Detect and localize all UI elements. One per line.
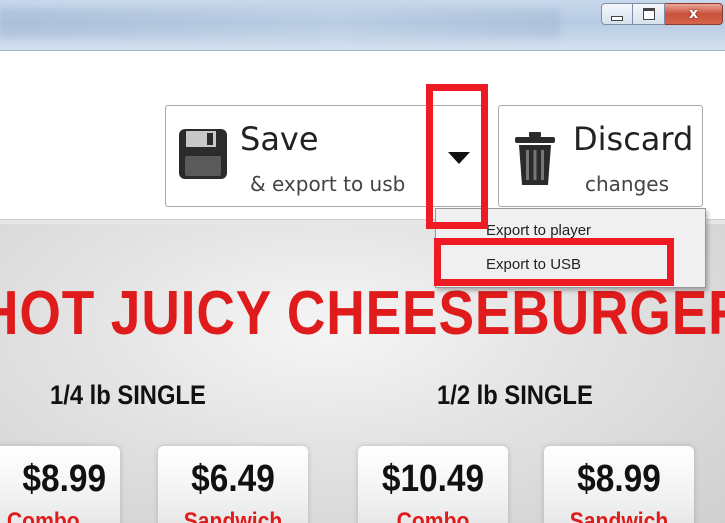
discard-button[interactable]: Discard changes — [498, 105, 703, 207]
size-label-quarter: 1/4 lb SINGLE — [50, 380, 206, 410]
size-label-half: 1/2 lb SINGLE — [437, 380, 593, 410]
discard-label: Discard — [573, 120, 694, 158]
save-label: Save — [240, 120, 319, 158]
price-value: $8.99 — [577, 458, 661, 500]
price-card: $8.99 Sandwich — [544, 446, 694, 523]
floppy-disk-icon — [179, 129, 227, 179]
price-card: $10.49 Combo — [358, 446, 508, 523]
price-type: Combo — [396, 508, 470, 523]
price-type: Sandwich — [569, 508, 669, 523]
save-button[interactable]: Save & export to usb — [165, 105, 433, 207]
price-value: $8.99 — [22, 458, 106, 500]
minimize-icon — [611, 15, 623, 21]
discard-sublabel: changes — [585, 172, 670, 196]
minimize-button[interactable] — [601, 3, 633, 25]
save-sublabel: & export to usb — [250, 172, 406, 196]
price-type: Sandwich — [183, 508, 283, 523]
price-card: $8.99 Combo — [0, 446, 120, 523]
maximize-button[interactable] — [633, 3, 665, 25]
title-bar: x — [0, 0, 725, 51]
menu-headline: HOT JUICY CHEESEBURGER — [0, 279, 725, 348]
trash-icon — [515, 132, 555, 185]
save-options-dropdown-button[interactable] — [433, 105, 485, 207]
title-bar-blurred-content — [0, 8, 560, 38]
window-controls: x — [601, 3, 723, 25]
price-value: $10.49 — [381, 458, 485, 500]
price-type: Combo — [7, 508, 80, 523]
maximize-icon — [642, 8, 655, 20]
export-dropdown-menu: Export to player Export to USB — [435, 208, 706, 288]
price-card: $6.49 Sandwich — [158, 446, 308, 523]
toolbar: Save & export to usb Discard changes — [0, 51, 725, 221]
close-icon: x — [688, 6, 699, 22]
menu-item-export-to-player[interactable]: Export to player — [442, 217, 682, 245]
price-value: $6.49 — [191, 458, 275, 500]
chevron-down-icon — [448, 152, 470, 164]
menu-item-export-to-usb[interactable]: Export to USB — [442, 251, 682, 279]
close-button[interactable]: x — [665, 3, 723, 25]
